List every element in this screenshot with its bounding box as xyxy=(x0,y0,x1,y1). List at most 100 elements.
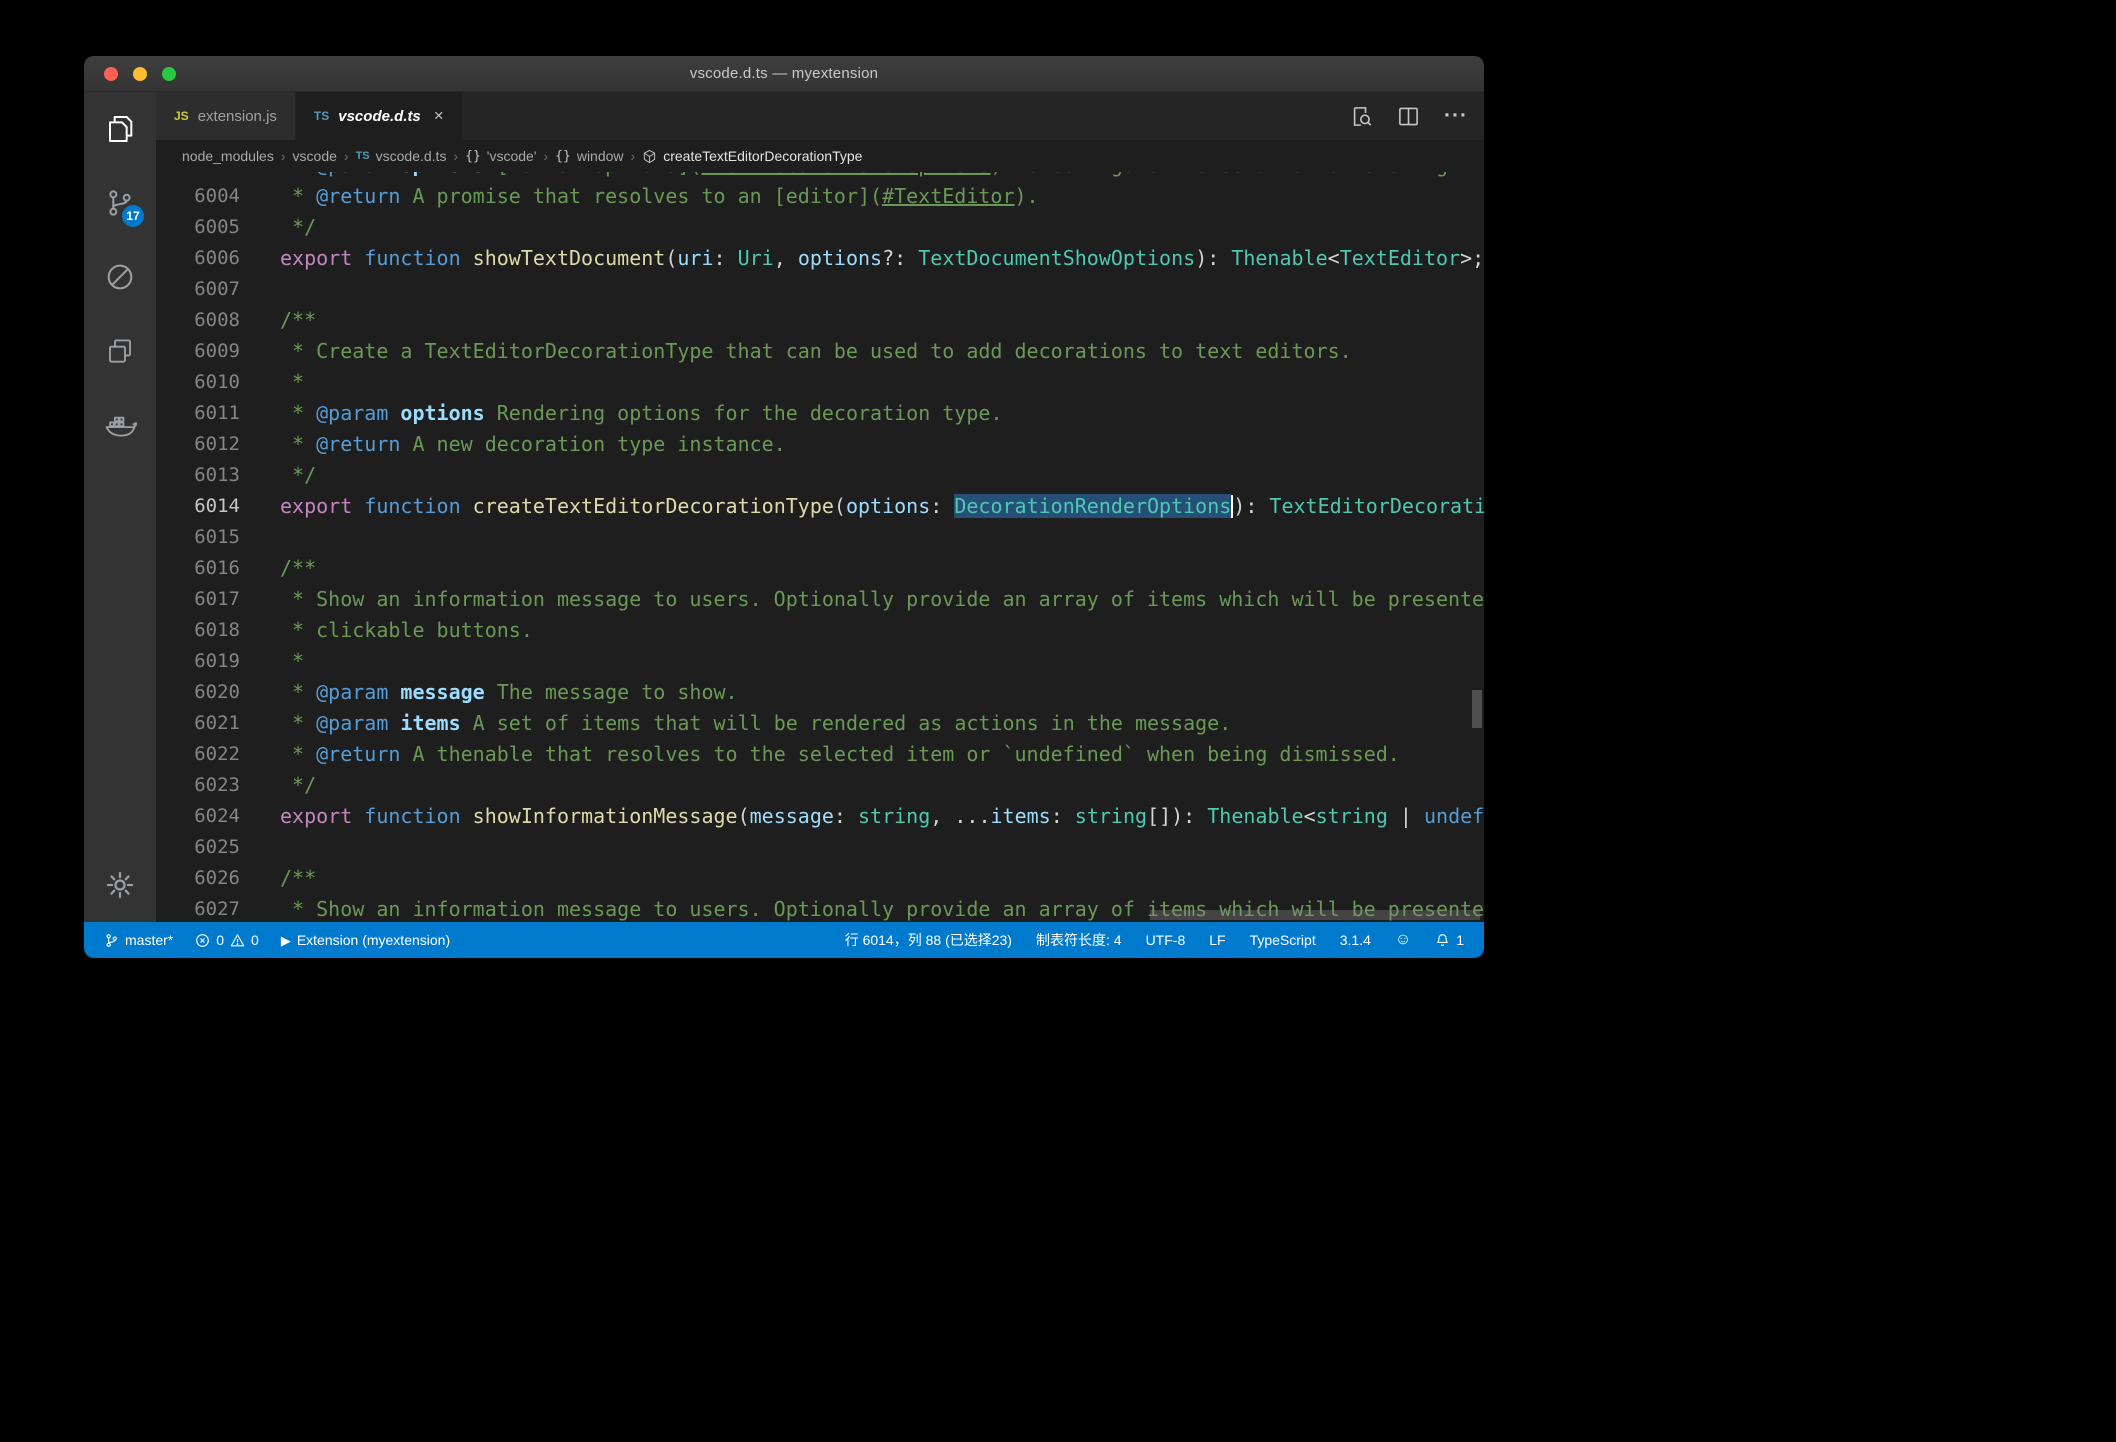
code-line[interactable]: 6010 * xyxy=(156,367,1484,398)
line-number[interactable]: 6003 xyxy=(156,172,240,181)
line-number[interactable]: 6014 xyxy=(156,491,240,522)
code-line[interactable]: 6013 */ xyxy=(156,460,1484,491)
line-number[interactable]: 6007 xyxy=(156,274,240,305)
code-line[interactable]: 6008/** xyxy=(156,305,1484,336)
encoding-status[interactable]: UTF-8 xyxy=(1140,932,1192,948)
code-line[interactable]: 6019 * xyxy=(156,646,1484,677)
line-number[interactable]: 6016 xyxy=(156,553,240,584)
code-line[interactable]: 6016/** xyxy=(156,553,1484,584)
code-line[interactable]: 6025 xyxy=(156,832,1484,863)
feedback-status[interactable]: ☺ xyxy=(1389,932,1417,948)
code-token: >; xyxy=(1460,246,1484,270)
line-number[interactable]: 6019 xyxy=(156,646,240,677)
tab-vscode-d-ts[interactable]: TS vscode.d.ts × xyxy=(296,92,462,140)
zoom-window-button[interactable] xyxy=(162,67,176,81)
code-line[interactable]: 6026/** xyxy=(156,863,1484,894)
code-token: items xyxy=(400,711,460,735)
git-branch-status[interactable]: master* xyxy=(98,932,179,948)
code-line[interactable]: 6011 * @param options Rendering options … xyxy=(156,398,1484,429)
code-line[interactable]: 6006export function showTextDocument(uri… xyxy=(156,243,1484,274)
debug-launch-status[interactable]: ▶ Extension (myextension) xyxy=(275,932,456,948)
title-bar[interactable]: vscode.d.ts — myextension xyxy=(84,56,1484,92)
minimize-window-button[interactable] xyxy=(133,67,147,81)
problems-status[interactable]: 0 0 xyxy=(189,932,265,948)
line-number[interactable]: 6021 xyxy=(156,708,240,739)
line-number[interactable]: 6020 xyxy=(156,677,240,708)
code-line[interactable]: 6021 * @param items A set of items that … xyxy=(156,708,1484,739)
code-token: : xyxy=(834,804,858,828)
code-line[interactable]: 6017 * Show an information message to us… xyxy=(156,584,1484,615)
indentation-status[interactable]: 制表符长度: 4 xyxy=(1030,930,1128,950)
language-mode: TypeScript xyxy=(1250,932,1316,948)
code-line[interactable]: 6004 * @return A promise that resolves t… xyxy=(156,181,1484,212)
notifications-status[interactable]: 1 xyxy=(1429,932,1470,948)
split-editor-icon[interactable] xyxy=(1397,105,1420,128)
line-number[interactable]: 6005 xyxy=(156,212,240,243)
line-number[interactable]: 6004 xyxy=(156,181,240,212)
line-number[interactable]: 6018 xyxy=(156,615,240,646)
line-number[interactable]: 6026 xyxy=(156,863,240,894)
more-actions-icon[interactable]: ··· xyxy=(1444,106,1468,126)
line-number[interactable]: 6011 xyxy=(156,398,240,429)
line-number[interactable]: 6012 xyxy=(156,429,240,460)
code-line[interactable]: 6003 * @param options [Editor options](#… xyxy=(156,172,1484,181)
code-line[interactable]: 6012 * @return A new decoration type ins… xyxy=(156,429,1484,460)
line-number[interactable]: 6017 xyxy=(156,584,240,615)
activity-item-settings[interactable] xyxy=(84,848,156,922)
activity-item-window-tool[interactable] xyxy=(84,314,156,388)
editor-actions: ··· xyxy=(1350,92,1468,140)
vscode-window: vscode.d.ts — myextension 17 xyxy=(84,56,1484,958)
activity-item-docker[interactable] xyxy=(84,388,156,462)
code-token xyxy=(388,172,400,177)
line-number[interactable]: 6008 xyxy=(156,305,240,336)
line-number[interactable]: 6025 xyxy=(156,832,240,863)
search-editor-icon[interactable] xyxy=(1350,105,1373,128)
horizontal-scrollbar-thumb[interactable] xyxy=(1150,910,1480,920)
code-line[interactable]: 6018 * clickable buttons. xyxy=(156,615,1484,646)
code-line[interactable]: 6022 * @return A thenable that resolves … xyxy=(156,739,1484,770)
language-mode-status[interactable]: TypeScript xyxy=(1244,932,1322,948)
code-line[interactable]: 6007 xyxy=(156,274,1484,305)
code-token: * Create a TextEditorDecorationType that… xyxy=(280,339,1352,363)
code-line[interactable]: 6014export function createTextEditorDeco… xyxy=(156,491,1484,522)
line-number[interactable]: 6023 xyxy=(156,770,240,801)
code-line[interactable]: 6005 */ xyxy=(156,212,1484,243)
line-number[interactable]: 6013 xyxy=(156,460,240,491)
close-window-button[interactable] xyxy=(104,67,118,81)
line-number[interactable]: 6027 xyxy=(156,894,240,922)
activity-item-explorer[interactable] xyxy=(84,92,156,166)
line-number[interactable]: 6024 xyxy=(156,801,240,832)
code-token: , xyxy=(930,804,954,828)
code-line[interactable]: 6024export function showInformationMessa… xyxy=(156,801,1484,832)
breadcrumb-item-namespace-window[interactable]: {} window xyxy=(555,148,623,164)
code-token: ): xyxy=(1195,246,1231,270)
code-line[interactable]: 6015 xyxy=(156,522,1484,553)
vertical-scrollbar-thumb[interactable] xyxy=(1472,690,1482,728)
code-token: TextEditor xyxy=(1340,246,1460,270)
line-number[interactable]: 6009 xyxy=(156,336,240,367)
eol-status[interactable]: LF xyxy=(1203,932,1231,948)
line-number[interactable]: 6010 xyxy=(156,367,240,398)
breadcrumb-item-file[interactable]: TS vscode.d.ts xyxy=(356,148,447,164)
activity-item-source-control[interactable]: 17 xyxy=(84,166,156,240)
breadcrumb-item-module[interactable]: {} 'vscode' xyxy=(465,148,536,164)
breadcrumb-item-symbol[interactable]: createTextEditorDecorationType xyxy=(642,148,862,164)
code-line[interactable]: 6020 * @param message The message to sho… xyxy=(156,677,1484,708)
breadcrumb-item-node-modules[interactable]: node_modules xyxy=(182,148,274,164)
line-number[interactable]: 6022 xyxy=(156,739,240,770)
activity-bar-spacer xyxy=(84,462,156,848)
typescript-version-status[interactable]: 3.1.4 xyxy=(1334,932,1377,948)
smiley-icon: ☺ xyxy=(1395,932,1411,948)
code-line[interactable]: 6023 */ xyxy=(156,770,1484,801)
code-line[interactable]: 6009 * Create a TextEditorDecorationType… xyxy=(156,336,1484,367)
cursor-position-status[interactable]: 行 6014，列 88 (已选择23) xyxy=(839,930,1018,950)
window-icon xyxy=(105,336,135,366)
code-editor[interactable]: 6003 * @param options [Editor options](#… xyxy=(156,172,1484,922)
tab-extension-js[interactable]: JS extension.js xyxy=(156,92,296,140)
status-bar: master* 0 0 ▶ Extension (myextension) 行 … xyxy=(84,922,1484,958)
breadcrumb-item-vscode[interactable]: vscode xyxy=(293,148,337,164)
line-number[interactable]: 6006 xyxy=(156,243,240,274)
tab-close-icon[interactable]: × xyxy=(434,106,444,126)
line-number[interactable]: 6015 xyxy=(156,522,240,553)
activity-item-circle-slash[interactable] xyxy=(84,240,156,314)
